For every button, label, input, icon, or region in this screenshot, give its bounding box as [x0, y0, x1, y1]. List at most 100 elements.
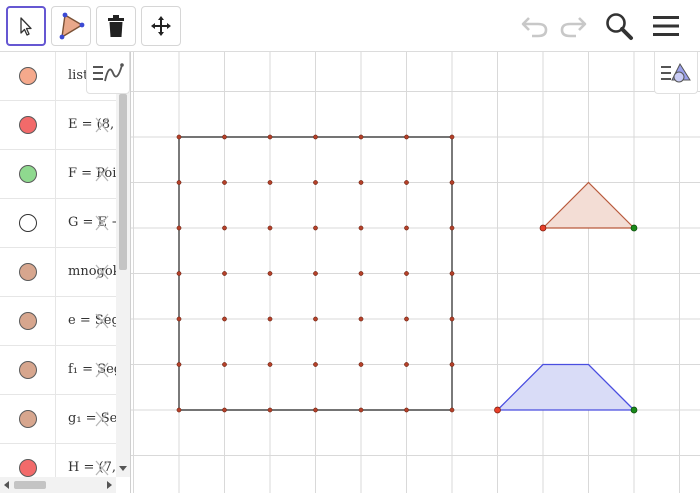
lattice-point [222, 271, 227, 276]
lattice-point [449, 134, 455, 140]
arrow-pointer-icon [20, 17, 32, 36]
visibility-toggle[interactable] [0, 248, 56, 296]
visibility-toggle[interactable] [0, 150, 56, 198]
lattice-point [267, 316, 273, 322]
lattice-point [358, 225, 364, 231]
visibility-toggle[interactable] [0, 297, 56, 345]
menu-button[interactable] [649, 9, 683, 43]
marble-icon [18, 263, 37, 281]
trash-icon [108, 15, 124, 37]
lattice-point [176, 316, 182, 322]
visibility-toggle[interactable] [0, 101, 56, 149]
marble-icon [18, 214, 37, 232]
lattice-point [313, 225, 318, 231]
scroll-thumb[interactable] [119, 94, 127, 270]
algebra-view: list E = (8, F = Poi G = E + mnogok e = … [0, 52, 130, 493]
lattice-point [222, 362, 227, 367]
move-graphics-icon [151, 16, 171, 36]
lattice-point [404, 407, 409, 413]
grid [131, 52, 700, 493]
polygon-tool-button[interactable] [51, 6, 91, 46]
lattice-point [404, 271, 409, 276]
lattice-point [176, 362, 182, 367]
lattice-point [449, 271, 455, 276]
algebra-row[interactable]: f₁ = Seg [0, 346, 116, 395]
lattice-point [176, 225, 182, 231]
algebra-row[interactable]: e = Seg [0, 297, 116, 346]
algebra-style-bar-button[interactable] [86, 52, 130, 94]
algebra-styles-icon [93, 62, 124, 81]
scroll-right-icon[interactable] [107, 481, 112, 489]
lattice-point [313, 134, 318, 140]
redo-button[interactable] [556, 9, 590, 43]
scroll-down-icon[interactable] [119, 466, 127, 471]
graphics-canvas[interactable] [131, 52, 700, 493]
algebra-row[interactable]: g₁ = Seg [0, 395, 116, 444]
visibility-toggle[interactable] [0, 395, 56, 443]
graphics-view[interactable] [130, 52, 700, 493]
row-error-icon [94, 214, 110, 232]
lattice-point [449, 316, 455, 322]
lattice-point [449, 225, 455, 231]
lattice-point [176, 271, 182, 276]
visibility-toggle[interactable] [0, 346, 56, 394]
lattice-point [176, 180, 182, 185]
lattice-point [358, 180, 364, 185]
lattice-point [222, 134, 227, 140]
graphics-style-bar-button[interactable] [654, 52, 698, 94]
algebra-row[interactable]: G = E + [0, 199, 116, 248]
lattice-point [449, 362, 455, 367]
marble-icon [18, 116, 37, 134]
graphics-styles-icon [661, 62, 691, 82]
redo-icon [560, 17, 587, 38]
marble-icon [18, 312, 37, 330]
marble-icon [18, 165, 37, 183]
lattice-point [404, 362, 409, 367]
lattice-point [267, 407, 273, 413]
lattice-point [313, 362, 318, 367]
lattice-point [404, 180, 409, 185]
lattice-point [404, 316, 409, 322]
row-error-icon [94, 361, 110, 379]
algebra-row[interactable]: mnogok [0, 248, 116, 297]
algebra-vertical-scrollbar[interactable] [116, 52, 130, 477]
lattice-point [176, 407, 182, 413]
lattice-point [267, 134, 273, 140]
algebra-row[interactable]: E = (8, [0, 101, 116, 150]
lattice-point [222, 407, 227, 413]
triangle-polygon [541, 181, 636, 229]
search-button[interactable] [602, 9, 636, 43]
scroll-thumb[interactable] [14, 481, 46, 489]
marble-icon [18, 410, 37, 428]
algebra-horizontal-scrollbar[interactable] [0, 477, 116, 493]
lattice-point [222, 316, 227, 322]
scroll-left-icon[interactable] [4, 481, 9, 489]
lattice-point [267, 225, 273, 231]
row-error-icon [94, 263, 110, 281]
lattice-point [358, 271, 364, 276]
undo-button[interactable] [518, 9, 552, 43]
marble-icon [18, 459, 37, 477]
move-tool-button[interactable] [6, 6, 46, 46]
lattice-point [358, 316, 364, 322]
lattice-point [313, 271, 318, 276]
visibility-toggle[interactable] [0, 52, 56, 100]
row-error-icon [94, 459, 110, 477]
undo-icon [521, 17, 548, 38]
algebra-row[interactable]: F = Poi [0, 150, 116, 199]
trapezoid-point-right [630, 406, 638, 414]
lattice-point [404, 225, 409, 231]
move-graphics-tool-button[interactable] [141, 6, 181, 46]
lattice-point [358, 362, 364, 367]
marble-icon [18, 67, 37, 85]
delete-tool-button[interactable] [96, 6, 136, 46]
lattice-point [313, 180, 318, 185]
polygon-icon [59, 12, 85, 40]
marble-icon [18, 361, 37, 379]
menu-icon [653, 16, 679, 36]
lattice-point [449, 407, 455, 413]
row-error-icon [94, 116, 110, 134]
row-error-icon [94, 410, 110, 428]
lattice-point [267, 362, 273, 367]
visibility-toggle[interactable] [0, 199, 56, 247]
